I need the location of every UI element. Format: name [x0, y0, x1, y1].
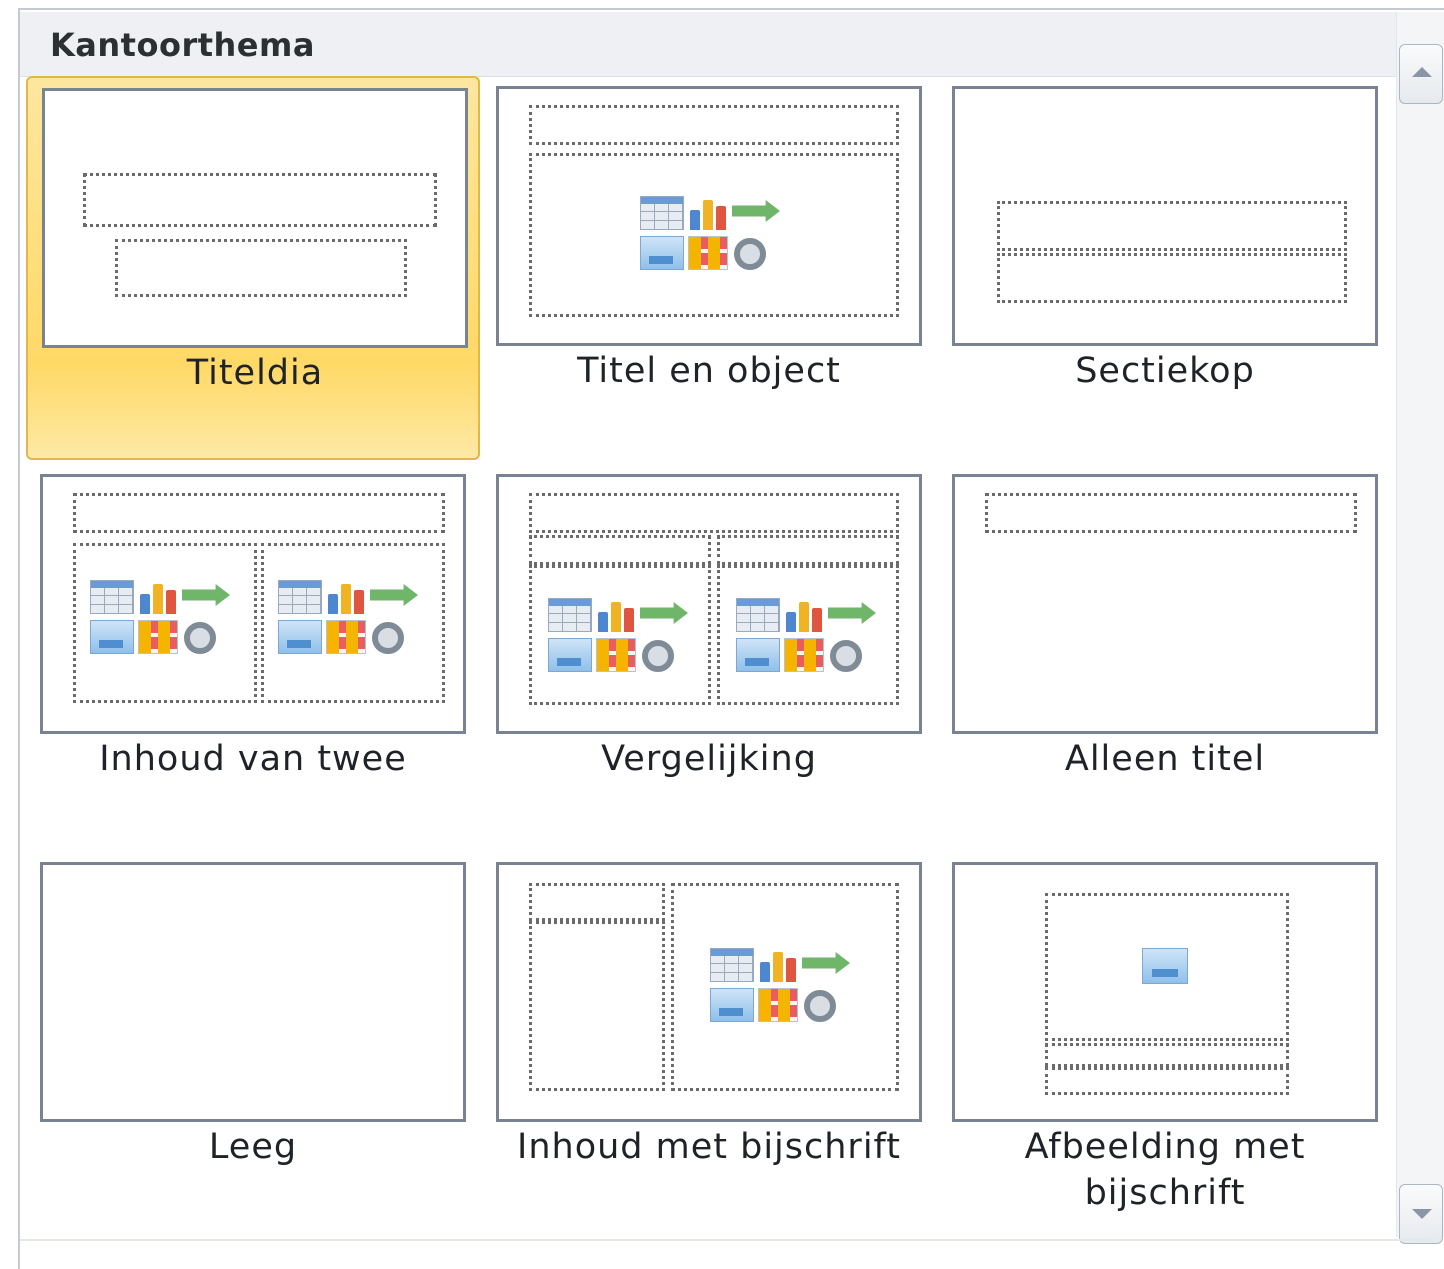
scroll-up-button[interactable] — [1399, 44, 1443, 104]
right-content-placeholder — [261, 543, 445, 703]
title-placeholder — [83, 173, 437, 227]
right-content-placeholder — [717, 565, 899, 705]
left-content-placeholder — [73, 543, 257, 703]
scroll-up-arrow-icon — [1412, 67, 1432, 77]
title-placeholder — [985, 493, 1357, 533]
layout-thumbnail — [42, 88, 468, 348]
layout-thumbnail — [496, 862, 922, 1122]
caption-text-placeholder — [1045, 1067, 1289, 1095]
gallery-section-header: Kantoorthema — [20, 12, 1396, 77]
layout-thumbnail — [952, 474, 1378, 734]
layout-label: Alleen titel — [1064, 739, 1266, 779]
text-placeholder — [997, 253, 1347, 303]
section-title: Kantoorthema — [50, 26, 315, 64]
layout-thumbnail — [952, 86, 1378, 346]
insert-content-icon — [278, 580, 418, 656]
layout-tile-title-slide[interactable]: Titeldia — [26, 76, 480, 460]
picture-icon — [1142, 948, 1188, 984]
insert-content-icon — [736, 598, 876, 674]
layout-label: Titel en object — [577, 351, 841, 391]
content-placeholder — [529, 153, 899, 317]
caption-title-placeholder — [529, 883, 665, 921]
left-content-placeholder — [529, 565, 711, 705]
right-heading-placeholder — [717, 535, 899, 565]
left-heading-placeholder — [529, 535, 711, 565]
scroll-down-button[interactable] — [1399, 1184, 1443, 1244]
title-placeholder — [997, 201, 1347, 251]
layout-tile-two-content[interactable]: Inhoud van twee — [26, 464, 480, 848]
caption-title-placeholder — [1045, 1043, 1289, 1067]
layout-thumbnail — [496, 474, 922, 734]
layout-tile-comparison[interactable]: Vergelijking — [482, 464, 936, 848]
title-placeholder — [529, 105, 899, 145]
layout-label: Sectiekop — [1075, 351, 1255, 391]
insert-content-icon — [548, 598, 688, 674]
caption-text-placeholder — [529, 921, 665, 1091]
subtitle-placeholder — [115, 239, 407, 297]
scroll-down-arrow-icon — [1412, 1209, 1432, 1219]
gallery-scrollbar[interactable] — [1396, 12, 1444, 1244]
layout-label: Titeldia — [186, 353, 324, 393]
layout-tile-title-and-content[interactable]: Titel en object — [482, 76, 936, 460]
gallery-bottom-divider — [20, 1239, 1430, 1241]
insert-content-icon — [710, 948, 850, 1024]
content-placeholder — [671, 883, 899, 1091]
layout-label: Inhoud van twee — [99, 739, 407, 779]
title-placeholder — [529, 493, 899, 533]
layout-label: Afbeelding met bijschrift — [1024, 1127, 1306, 1213]
layout-label: Inhoud met bijschrift — [517, 1127, 901, 1167]
layout-label: Vergelijking — [601, 739, 817, 779]
insert-content-icon — [640, 196, 780, 272]
layout-thumbnail — [40, 474, 466, 734]
layout-thumbnail — [952, 862, 1378, 1122]
picture-placeholder — [1045, 893, 1289, 1041]
layout-tile-section-header[interactable]: Sectiekop — [938, 76, 1392, 460]
layout-tile-blank[interactable]: Leeg — [26, 852, 480, 1236]
layout-label: Leeg — [208, 1127, 298, 1167]
title-placeholder — [73, 493, 445, 533]
layout-tile-content-with-caption[interactable]: Inhoud met bijschrift — [482, 852, 936, 1236]
layout-tile-title-only[interactable]: Alleen titel — [938, 464, 1392, 848]
layout-thumbnail — [40, 862, 466, 1122]
layout-thumbnail — [496, 86, 922, 346]
insert-content-icon — [90, 580, 230, 656]
layout-tile-picture-with-caption[interactable]: Afbeelding met bijschrift — [938, 852, 1392, 1236]
